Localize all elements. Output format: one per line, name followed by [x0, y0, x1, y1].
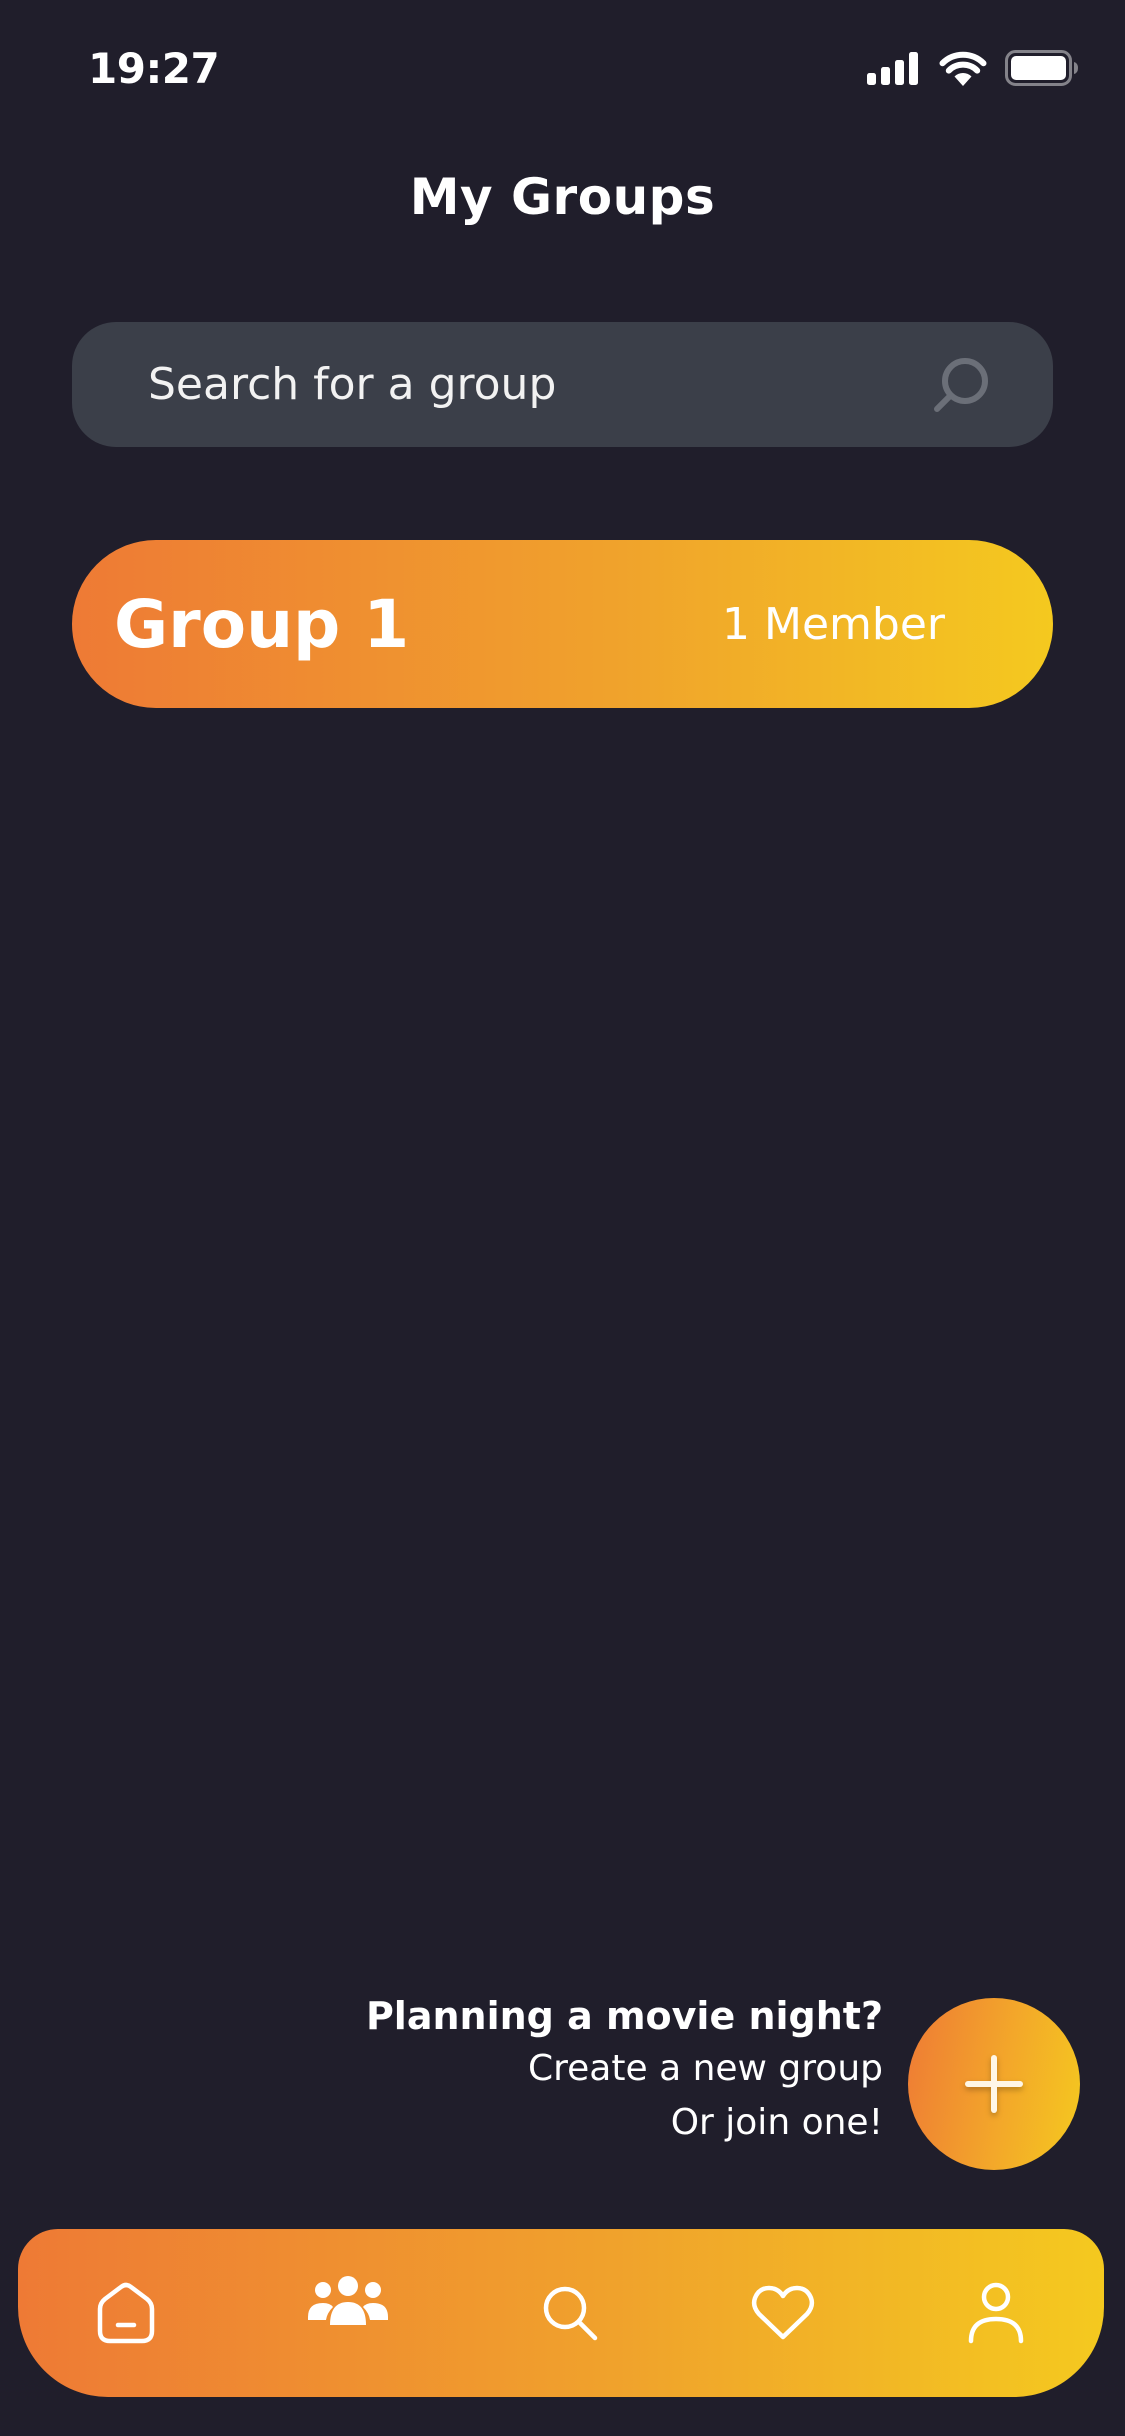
- page-title: My Groups: [409, 168, 716, 226]
- nav-favorites[interactable]: [723, 2229, 843, 2397]
- nav-home[interactable]: [66, 2229, 186, 2397]
- status-icons: [867, 50, 1079, 86]
- user-icon: [968, 2282, 1024, 2344]
- create-group-prompt: Planning a movie night? Create a new gro…: [366, 1990, 883, 2150]
- nav-search[interactable]: [510, 2229, 630, 2397]
- home-icon: [97, 2282, 155, 2344]
- group-card[interactable]: Group 1 1 Member: [72, 540, 1053, 708]
- search-icon: [543, 2286, 598, 2341]
- nav-profile[interactable]: [936, 2229, 1056, 2397]
- status-time: 19:27: [88, 44, 220, 93]
- plus-icon: [965, 2055, 1023, 2113]
- wifi-icon: [939, 51, 987, 86]
- nav-groups[interactable]: [288, 2217, 408, 2385]
- group-search-bar[interactable]: [72, 322, 1053, 447]
- heart-icon: [751, 2285, 815, 2340]
- search-icon[interactable]: [931, 354, 993, 416]
- group-member-count: 1 Member: [722, 598, 945, 650]
- prompt-title: Planning a movie night?: [365, 1994, 883, 2038]
- groups-icon: [308, 2276, 388, 2325]
- create-group-button[interactable]: [908, 1998, 1080, 2170]
- search-input[interactable]: [146, 358, 931, 411]
- group-name: Group 1: [114, 585, 410, 663]
- prompt-create-text: Create a new group: [528, 2048, 883, 2089]
- bottom-navigation: [18, 2229, 1104, 2397]
- battery-icon: [1005, 50, 1078, 86]
- prompt-join-text: Or join one!: [670, 2102, 883, 2143]
- cellular-signal-icon: [867, 52, 918, 85]
- my-groups-screen: 19:27 My Groups Group 1 1 Member: [0, 0, 1125, 2436]
